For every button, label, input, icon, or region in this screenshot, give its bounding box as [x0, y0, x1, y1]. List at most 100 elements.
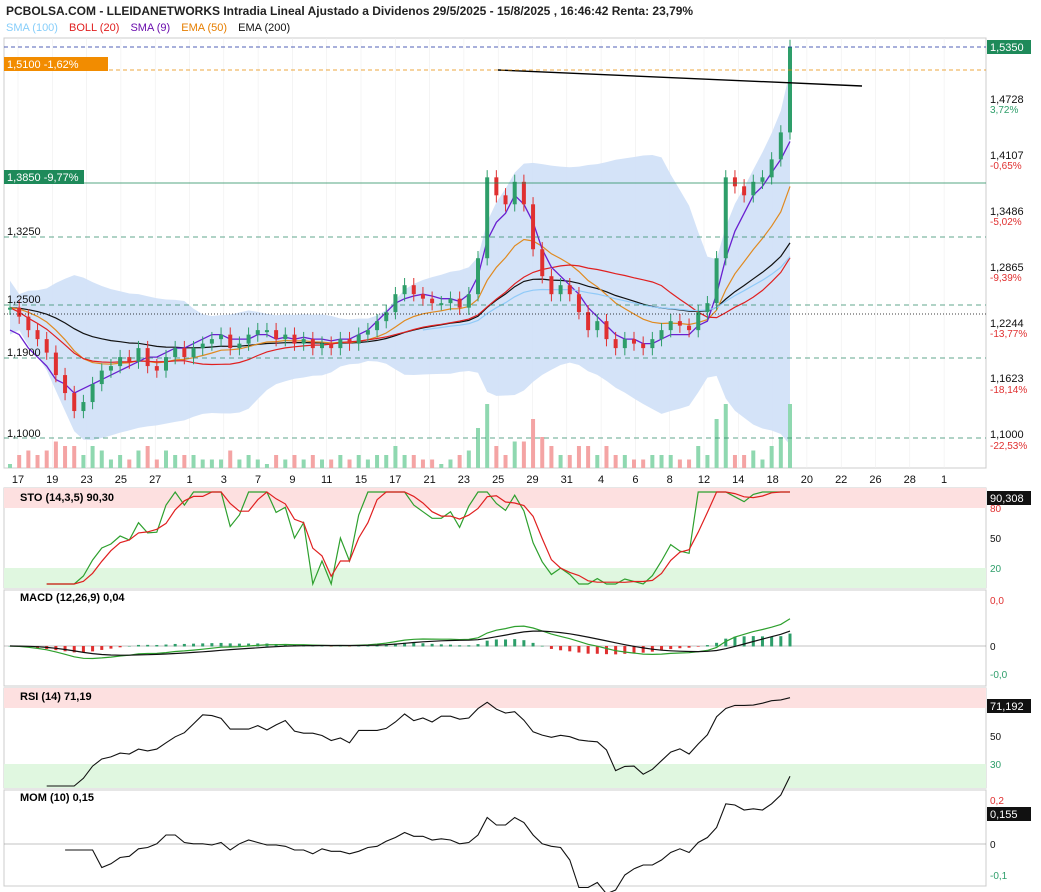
- rsi-level-50: 50: [990, 732, 1002, 743]
- volume-bar: [632, 459, 636, 468]
- candle-body: [485, 177, 490, 259]
- volume-bar: [365, 459, 370, 468]
- x-tick-label: 23: [80, 474, 92, 486]
- macd-hist-bar: [705, 645, 709, 647]
- macd-hist-bar: [476, 644, 480, 647]
- candle-body: [191, 348, 196, 358]
- x-tick-label: 26: [869, 474, 881, 486]
- volume-bar: [81, 455, 86, 468]
- volume-bar: [246, 455, 251, 468]
- x-tick-label: 14: [732, 474, 744, 486]
- candle-body: [164, 357, 168, 371]
- macd-hist-bar: [210, 643, 214, 647]
- volume-bar: [521, 441, 526, 468]
- x-tick-label: 17: [389, 474, 401, 486]
- volume-bar: [200, 459, 205, 468]
- candle-body: [26, 316, 31, 331]
- macd-hist-bar: [485, 640, 489, 647]
- macd-level-zero: 0: [990, 642, 996, 653]
- volume-bar: [173, 455, 178, 468]
- volume-bar: [347, 459, 352, 468]
- volume-bar: [769, 446, 774, 468]
- candle-body: [320, 343, 324, 349]
- volume-bar: [485, 404, 490, 468]
- volume-bar: [788, 404, 792, 468]
- macd-hist-bar: [182, 643, 186, 647]
- rsi-oversold-zone: [4, 764, 986, 788]
- volume-bar: [63, 446, 68, 468]
- left-level-2: 1,2500: [7, 294, 41, 306]
- volume-bar: [8, 464, 12, 468]
- candle-body: [393, 294, 398, 313]
- candle-body: [567, 285, 572, 295]
- legend-ema200: EMA (200): [238, 22, 291, 34]
- candle-body: [274, 330, 279, 340]
- volume-bar: [35, 455, 40, 468]
- macd-hist-bar: [127, 645, 131, 647]
- macd-label: MACD (12,26,9) 0,04: [20, 592, 125, 604]
- pct-label-3: -5,02%: [990, 217, 1022, 228]
- volume-bar: [668, 455, 673, 468]
- volume-bar: [448, 459, 453, 468]
- support-badge: 1,3850 -9,77%: [7, 172, 79, 184]
- pct-label-4: -9,39%: [990, 273, 1022, 284]
- volume-bar: [17, 455, 22, 468]
- candle-body: [430, 298, 435, 304]
- macd-hist-bar: [540, 645, 544, 647]
- volume-bar: [274, 455, 279, 468]
- candle-body: [292, 334, 297, 344]
- volume-bar: [127, 459, 132, 468]
- pct-label-1: 3,72%: [990, 105, 1018, 116]
- macd-hist-bar: [192, 643, 196, 647]
- candle-body: [8, 307, 12, 310]
- candle-body: [402, 285, 407, 295]
- candle-body: [576, 294, 581, 313]
- candle-body: [81, 402, 86, 412]
- left-level-3: 1,1900: [7, 347, 41, 359]
- indicator-legend: SMA (100) BOLL (20) SMA (9) EMA (50) EMA…: [6, 22, 298, 34]
- volume-bar: [402, 455, 407, 468]
- x-tick-label: 1: [941, 474, 947, 486]
- candle-body: [200, 343, 205, 349]
- pct-label-6: -18,14%: [990, 385, 1027, 396]
- x-tick-label: 11: [321, 474, 332, 486]
- volume-bar: [90, 446, 95, 468]
- candle-body: [283, 334, 288, 340]
- volume-bar: [108, 459, 113, 468]
- candle-body: [329, 343, 334, 349]
- candle-body: [503, 195, 508, 205]
- macd-hist-bar: [595, 646, 599, 654]
- candle-body: [264, 330, 269, 333]
- candle-body: [384, 312, 389, 322]
- rsi-level-30: 30: [990, 760, 1002, 771]
- candle-body: [99, 370, 104, 385]
- x-tick-label: 27: [149, 474, 161, 486]
- macd-hist-bar: [604, 646, 608, 655]
- resistance-badge: 1,5100 -1,62%: [7, 59, 79, 71]
- macd-hist-bar: [430, 643, 434, 647]
- candle-body: [613, 339, 618, 349]
- stock-chart: 1,5100 -1,62% 1,3850 -9,77% 1,3250 1,250…: [3, 37, 1031, 892]
- volume-bar: [72, 446, 77, 468]
- candle-body: [632, 339, 636, 344]
- legend-sma9: SMA (9): [130, 22, 171, 34]
- sto-oversold-zone: [4, 568, 986, 588]
- x-tick-label: 17: [12, 474, 24, 486]
- volume-bar: [586, 446, 591, 468]
- candle-body: [375, 321, 380, 331]
- candle-body: [732, 177, 737, 187]
- volume-bar: [154, 459, 159, 468]
- volume-bar: [595, 455, 600, 468]
- macd-hist-bar: [458, 645, 462, 647]
- macd-hist-bar: [100, 646, 104, 650]
- macd-hist-bar: [136, 644, 140, 647]
- macd-hist-bar: [559, 646, 563, 651]
- volume-bar: [531, 419, 536, 468]
- candle-body: [650, 339, 655, 349]
- x-tick-label: 1: [186, 474, 192, 486]
- macd-hist-bar: [439, 644, 443, 647]
- volume-bar: [53, 441, 58, 468]
- candle-body: [751, 181, 756, 196]
- candle-body: [604, 321, 609, 340]
- volume-bar: [604, 446, 609, 468]
